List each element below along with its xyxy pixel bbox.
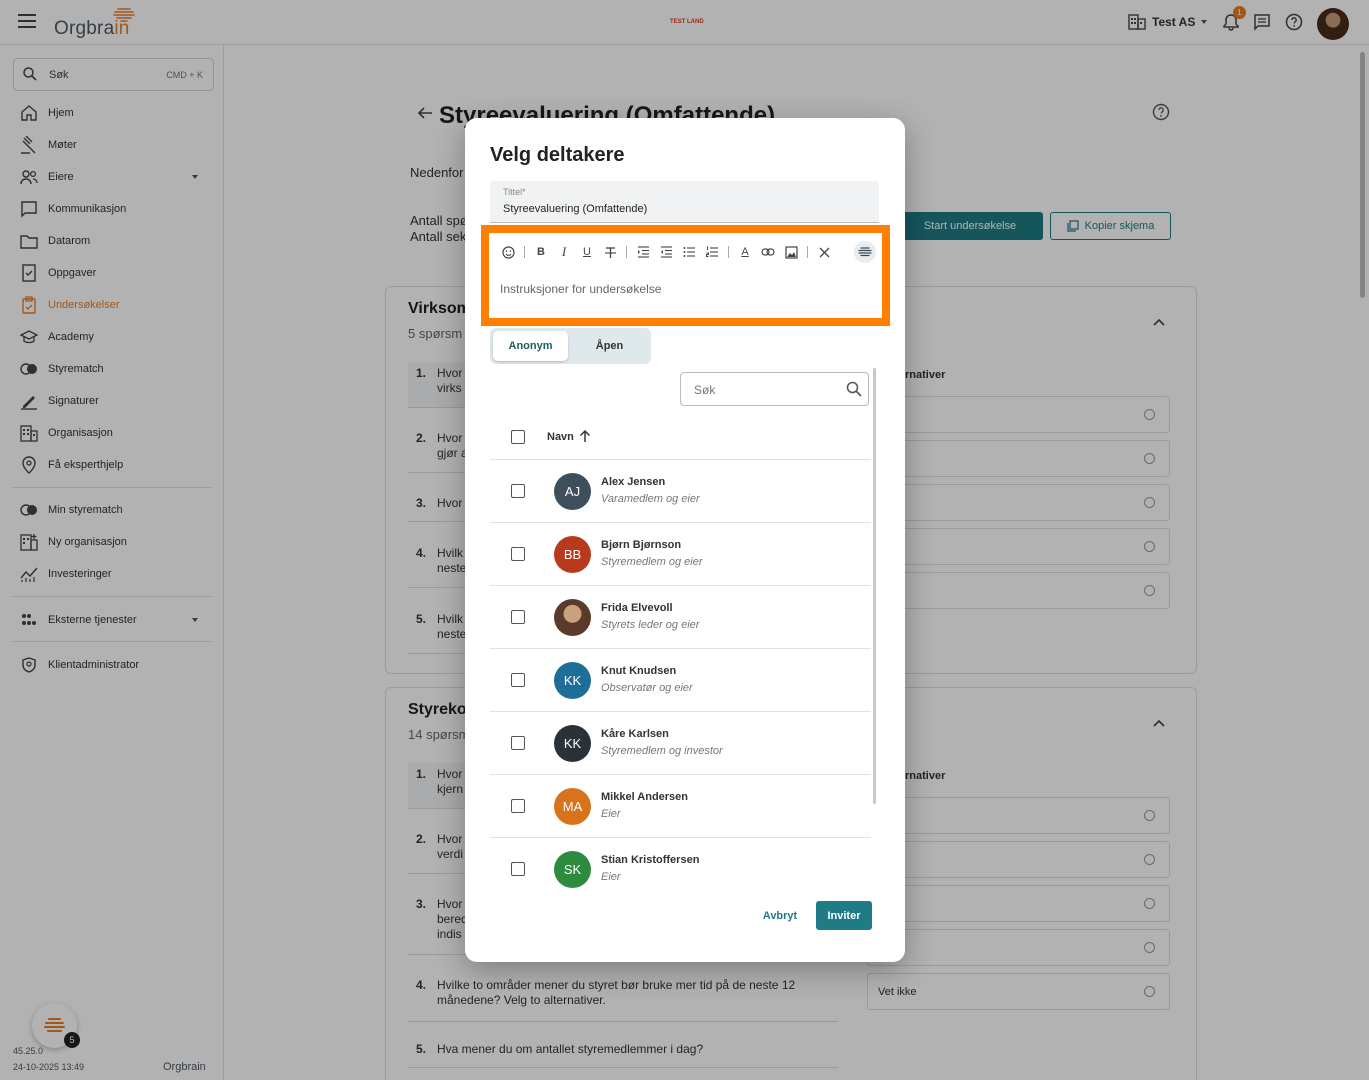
- column-name[interactable]: Navn: [547, 431, 574, 443]
- bullet-list-icon[interactable]: [682, 245, 696, 259]
- participant-row[interactable]: BB Bjørn Bjørnson Styremedlem og eier: [490, 523, 871, 586]
- participant-name: Knut Knudsen: [601, 665, 677, 677]
- link-icon[interactable]: [761, 245, 775, 259]
- strikethrough-icon[interactable]: [603, 245, 617, 259]
- avatar: SK: [554, 851, 591, 888]
- avatar: [554, 599, 591, 636]
- participant-role: Eier: [601, 871, 621, 883]
- ai-assist-icon[interactable]: [854, 241, 876, 263]
- participant-checkbox[interactable]: [511, 862, 525, 876]
- invite-button[interactable]: Inviter: [816, 901, 872, 930]
- sort-ascending-icon[interactable]: [578, 429, 592, 443]
- avatar: BB: [554, 536, 591, 573]
- participant-checkbox[interactable]: [511, 484, 525, 498]
- image-icon[interactable]: [784, 245, 798, 259]
- outdent-icon[interactable]: [659, 245, 673, 259]
- participant-checkbox[interactable]: [511, 799, 525, 813]
- participant-row[interactable]: AJ Alex Jensen Varamedlem og eier: [490, 460, 871, 523]
- participant-row[interactable]: MA Mikkel Andersen Eier: [490, 775, 871, 838]
- participant-checkbox[interactable]: [511, 610, 525, 624]
- participant-checkbox[interactable]: [511, 673, 525, 687]
- participant-name: Mikkel Andersen: [601, 791, 689, 803]
- bold-button[interactable]: B: [534, 245, 548, 259]
- avatar: KK: [554, 662, 591, 699]
- participant-checkbox[interactable]: [511, 736, 525, 750]
- instructions-editor[interactable]: B I U A Instruksjoner for undersøkelse: [481, 225, 890, 326]
- participant-name: Bjørn Bjørnson: [601, 539, 682, 551]
- participant-name: Stian Kristoffersen: [601, 854, 700, 866]
- clear-format-icon[interactable]: [817, 245, 831, 259]
- cancel-button[interactable]: Avbryt: [757, 902, 803, 930]
- participant-row[interactable]: KK Knut Knudsen Observatør og eier: [490, 649, 871, 712]
- text-color-button[interactable]: A: [738, 245, 752, 259]
- participant-role: Styrets leder og eier: [601, 619, 700, 631]
- dialog-scrollbar[interactable]: [873, 368, 876, 804]
- avatar: MA: [554, 788, 591, 825]
- participant-name: Alex Jensen: [601, 476, 666, 488]
- participant-list-header: Navn: [490, 418, 871, 460]
- participant-checkbox[interactable]: [511, 547, 525, 561]
- participant-role: Varamedlem og eier: [601, 493, 700, 505]
- emoji-icon[interactable]: [501, 245, 515, 259]
- participant-row[interactable]: KK Kåre Karlsen Styremedlem og investor: [490, 712, 871, 775]
- dialog-title: Velg deltakere: [490, 144, 625, 166]
- participant-name: Frida Elvevoll: [601, 602, 673, 614]
- search-icon: [846, 381, 862, 397]
- toggle-anonymous[interactable]: Anonym: [493, 331, 568, 361]
- participant-name: Kåre Karlsen: [601, 728, 669, 740]
- avatar: KK: [554, 725, 591, 762]
- participant-role: Styremedlem og eier: [601, 556, 703, 568]
- select-all-checkbox[interactable]: [511, 430, 525, 444]
- participant-role: Eier: [601, 808, 621, 820]
- avatar: AJ: [554, 473, 591, 510]
- editor-toolbar: B I U A: [501, 243, 831, 261]
- participant-row[interactable]: Frida Elvevoll Styrets leder og eier: [490, 586, 871, 649]
- underline-button[interactable]: U: [580, 245, 594, 259]
- indent-icon[interactable]: [636, 245, 650, 259]
- title-field[interactable]: Tittel* Styreevaluering (Omfattende): [490, 181, 879, 223]
- participant-role: Styremedlem og investor: [601, 745, 723, 757]
- anonymity-toggle: Anonym Åpen: [490, 328, 651, 364]
- toggle-open[interactable]: Åpen: [572, 331, 647, 361]
- editor-placeholder: Instruksjoner for undersøkelse: [500, 282, 662, 296]
- participant-row[interactable]: SK Stian Kristoffersen Eier: [490, 838, 871, 901]
- participant-search-input[interactable]: Søk: [680, 372, 869, 406]
- numbered-list-icon[interactable]: [705, 245, 719, 259]
- italic-button[interactable]: I: [557, 244, 571, 259]
- participant-role: Observatør og eier: [601, 682, 693, 694]
